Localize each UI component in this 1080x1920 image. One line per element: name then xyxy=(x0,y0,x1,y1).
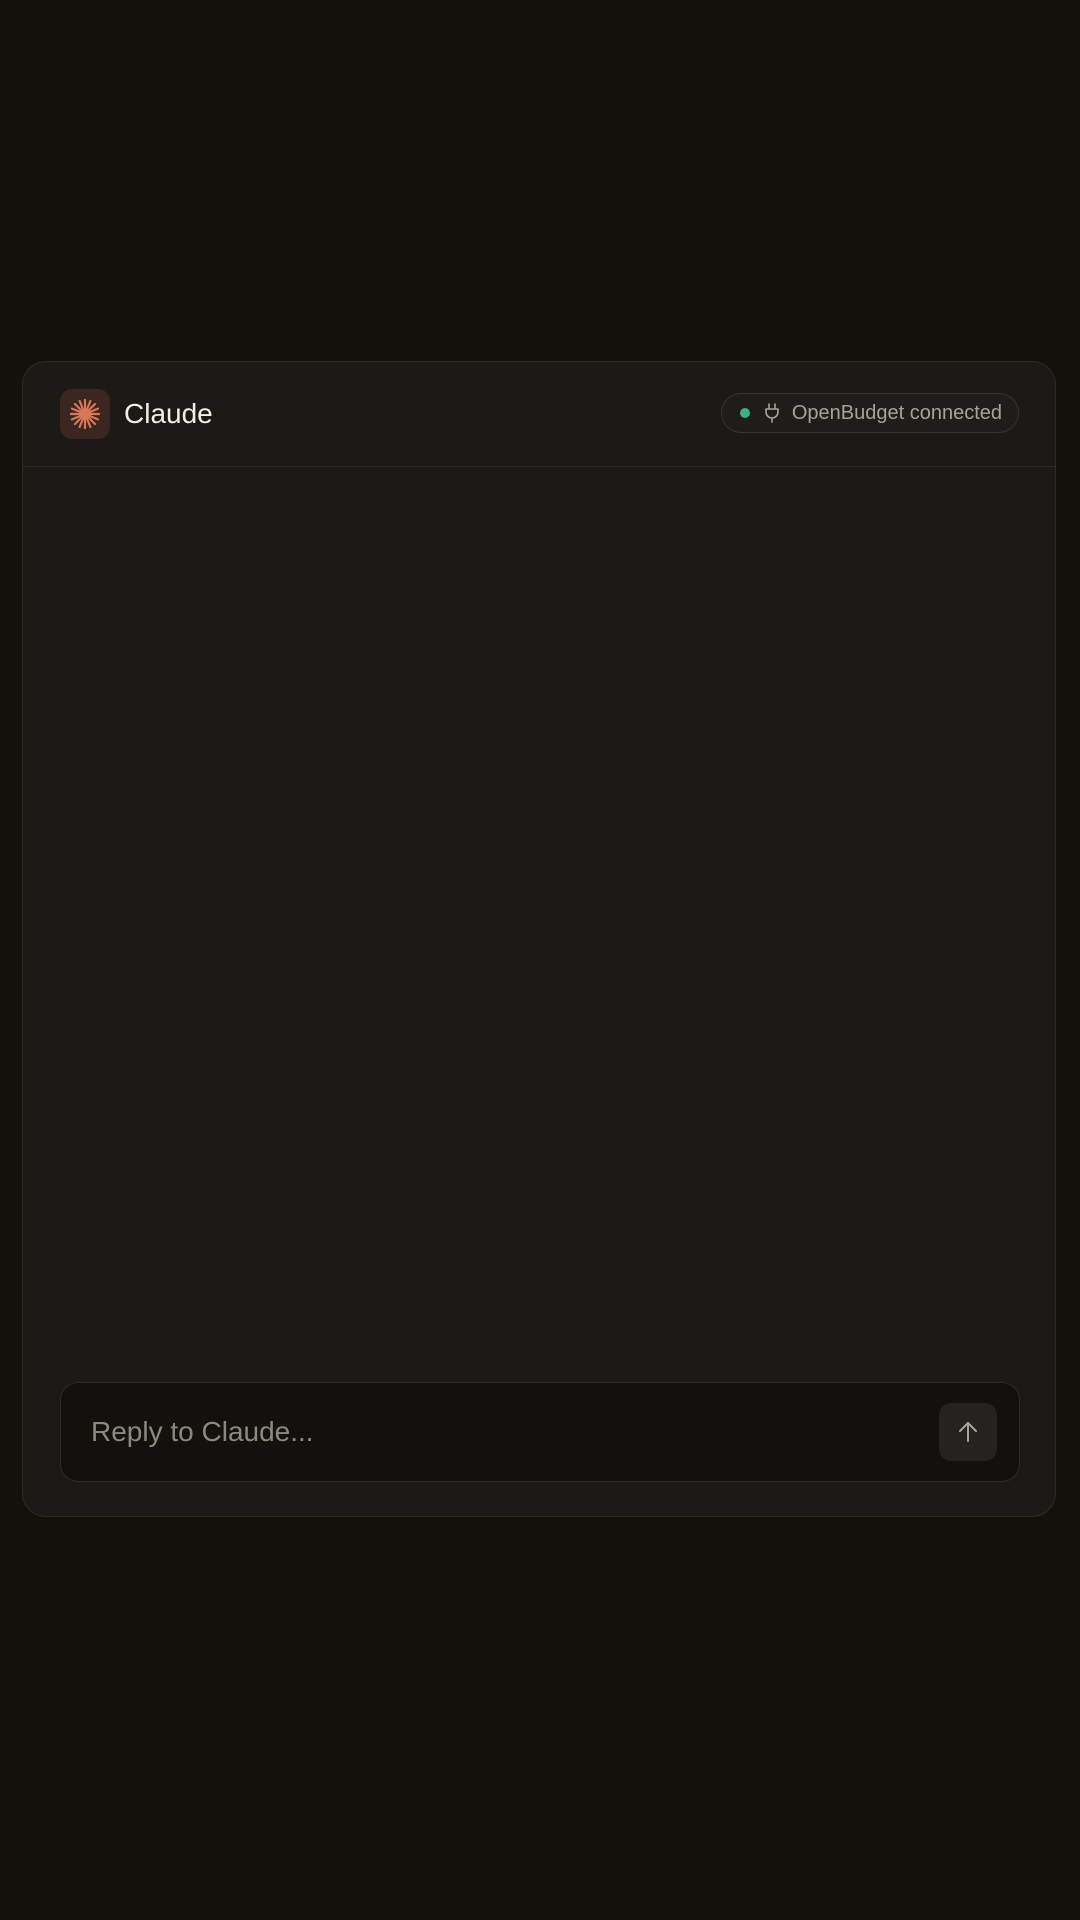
plug-icon xyxy=(764,403,780,423)
claude-sparkle-icon xyxy=(60,389,110,439)
connection-status-badge[interactable]: OpenBudget connected xyxy=(720,393,1019,433)
app-title: Claude xyxy=(124,398,213,429)
send-button[interactable] xyxy=(939,1403,997,1461)
chat-window: Claude OpenBudget connected xyxy=(22,361,1056,1517)
composer xyxy=(60,1382,1020,1482)
message-area[interactable] xyxy=(23,467,1055,1396)
status-dot xyxy=(739,408,750,418)
chat-header: Claude OpenBudget connected xyxy=(23,362,1055,467)
arrow-up-icon xyxy=(956,1420,980,1444)
connection-status-label: OpenBudget connected xyxy=(791,401,1002,424)
reply-input[interactable] xyxy=(91,1407,911,1457)
